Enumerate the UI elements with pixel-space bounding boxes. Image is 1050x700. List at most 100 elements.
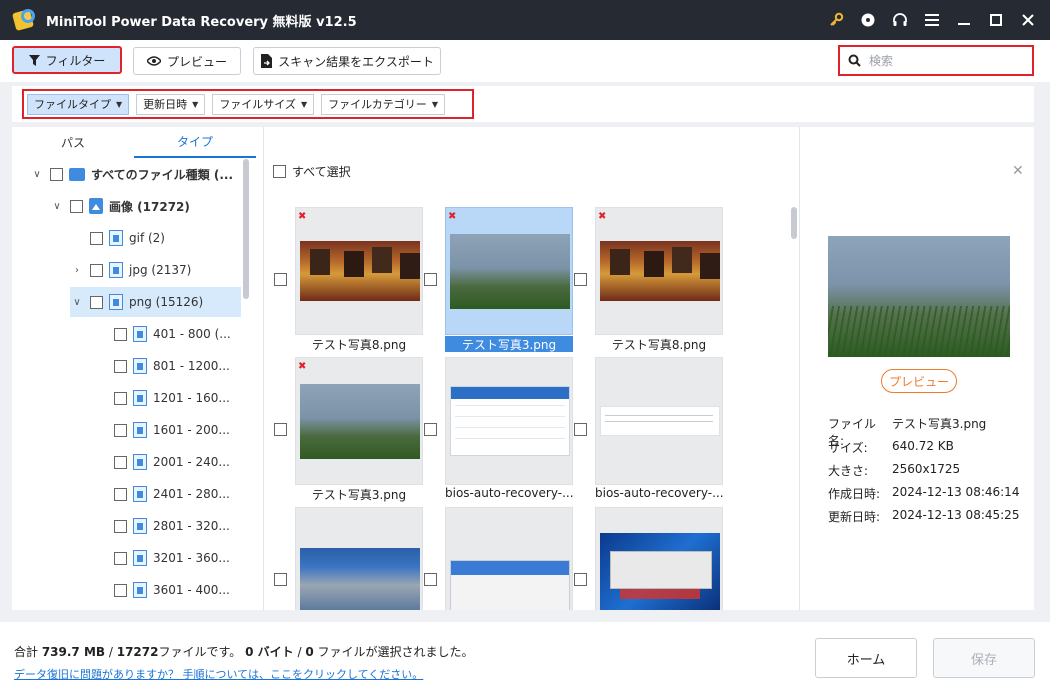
file-checkbox[interactable] bbox=[274, 273, 287, 286]
maximize-icon[interactable] bbox=[980, 0, 1012, 40]
save-button[interactable]: 保存 bbox=[933, 638, 1035, 678]
headphones-icon[interactable] bbox=[884, 0, 916, 40]
file-thumbnail[interactable]: ✖ bbox=[295, 207, 423, 335]
file-tile[interactable]: ✖ テスト写真8.png bbox=[274, 207, 424, 357]
file-category-dropdown[interactable]: ファイルカテゴリー ▼ bbox=[321, 93, 445, 115]
file-thumbnail[interactable] bbox=[295, 507, 423, 610]
select-all[interactable]: すべて選択 bbox=[273, 163, 351, 180]
file-thumbnail[interactable] bbox=[445, 507, 573, 610]
file-tile[interactable]: ✖ テスト写真8.png bbox=[574, 207, 724, 357]
preview-button[interactable]: プレビュー bbox=[133, 47, 241, 75]
checkbox[interactable] bbox=[114, 519, 127, 533]
checkbox[interactable] bbox=[114, 327, 127, 341]
export-scan-results-button[interactable]: スキャン結果をエクスポート bbox=[253, 47, 441, 75]
tree-item-all-types[interactable]: ∨ すべてのファイル種類 (... bbox=[30, 159, 252, 189]
file-thumbnail[interactable] bbox=[595, 507, 723, 610]
menu-icon[interactable] bbox=[916, 0, 948, 40]
checkbox[interactable] bbox=[90, 231, 103, 245]
checkbox[interactable] bbox=[114, 359, 127, 373]
filter-dropdown-group: ファイルタイプ ▼ 更新日時 ▼ ファイルサイズ ▼ ファイルカテゴリー ▼ bbox=[22, 89, 474, 119]
file-tile[interactable] bbox=[574, 507, 724, 610]
file-thumbnail[interactable]: ✖ bbox=[595, 207, 723, 335]
close-icon[interactable] bbox=[1012, 0, 1044, 40]
tree-item-range[interactable]: 1201 - 160... bbox=[108, 383, 248, 413]
file-thumbnail[interactable]: ✖ bbox=[295, 357, 423, 485]
tree-item-images[interactable]: ∨ 画像 (17272) bbox=[50, 191, 250, 221]
tree-item-range[interactable]: 3201 - 360... bbox=[108, 543, 248, 573]
chevron-down-icon[interactable]: ∨ bbox=[70, 297, 84, 308]
file-checkbox[interactable] bbox=[274, 423, 287, 436]
tree-item-label: 2401 - 280... bbox=[153, 487, 230, 501]
file-checkbox[interactable] bbox=[424, 423, 437, 436]
tree-item-range[interactable]: 1601 - 200... bbox=[108, 415, 248, 445]
tab-path[interactable]: パス bbox=[12, 127, 134, 158]
checkbox[interactable] bbox=[114, 391, 127, 405]
tree-item-range[interactable]: 3601 - 400... bbox=[108, 575, 248, 605]
checkbox[interactable] bbox=[114, 583, 127, 597]
info-row-size: サイズ: 640.72 KB bbox=[828, 439, 1028, 456]
file-checkbox[interactable] bbox=[424, 573, 437, 586]
tree-scrollbar[interactable] bbox=[243, 159, 249, 299]
tree-item-range[interactable]: 2801 - 320... bbox=[108, 511, 248, 541]
file-size-dropdown[interactable]: ファイルサイズ ▼ bbox=[212, 93, 315, 115]
tree-item-range[interactable]: 801 - 1200... bbox=[108, 351, 248, 381]
export-button-label: スキャン結果をエクスポート bbox=[278, 54, 434, 69]
checkbox[interactable] bbox=[50, 167, 63, 181]
file-tile[interactable] bbox=[274, 507, 424, 610]
search-box[interactable] bbox=[838, 45, 1034, 76]
close-preview-icon[interactable]: ✕ bbox=[1012, 163, 1024, 179]
file-checkbox[interactable] bbox=[274, 573, 287, 586]
filter-button[interactable]: フィルター bbox=[12, 46, 122, 74]
info-value: 2024-12-13 08:45:25 bbox=[892, 508, 1020, 522]
file-tile[interactable]: ✖ テスト写真3.png bbox=[274, 357, 424, 507]
disc-icon[interactable] bbox=[852, 0, 884, 40]
home-button[interactable]: ホーム bbox=[815, 638, 917, 678]
preview-panel-button[interactable]: プレビュー bbox=[881, 369, 957, 393]
checkbox[interactable] bbox=[114, 487, 127, 501]
minimize-icon[interactable] bbox=[948, 0, 980, 40]
file-tile[interactable]: bios-auto-recovery-... bbox=[424, 357, 574, 507]
file-checkbox[interactable] bbox=[574, 273, 587, 286]
info-row-dimensions: 大きさ: 2560x1725 bbox=[828, 462, 1028, 479]
tree-item-range[interactable]: 401 - 800 (... bbox=[108, 319, 248, 349]
tree-item-range[interactable]: 2001 - 240... bbox=[108, 447, 248, 477]
file-checkbox[interactable] bbox=[424, 273, 437, 286]
tree-item-range[interactable]: 2401 - 280... bbox=[108, 479, 248, 509]
file-thumbnail[interactable]: ✖ bbox=[445, 207, 573, 335]
chevron-down-icon[interactable]: ∨ bbox=[50, 201, 64, 212]
file-thumbnail[interactable] bbox=[445, 357, 573, 485]
chevron-right-icon[interactable]: › bbox=[70, 265, 84, 276]
file-category-label: ファイルカテゴリー bbox=[328, 98, 427, 111]
tree-item-jpg[interactable]: › jpg (2137) bbox=[70, 255, 250, 285]
file-size-label: ファイルサイズ bbox=[219, 98, 296, 111]
grid-scrollbar[interactable] bbox=[791, 207, 797, 239]
deleted-mark-icon: ✖ bbox=[298, 211, 307, 222]
checkbox[interactable] bbox=[114, 551, 127, 565]
select-all-checkbox[interactable] bbox=[273, 165, 286, 178]
search-input[interactable] bbox=[869, 53, 1019, 68]
tree-item-gif[interactable]: gif (2) bbox=[70, 223, 250, 253]
tree-item-label: gif (2) bbox=[129, 231, 165, 245]
checkbox[interactable] bbox=[90, 263, 103, 277]
file-tile[interactable]: ✖ テスト写真3.png bbox=[424, 207, 574, 357]
key-icon[interactable] bbox=[820, 0, 852, 40]
chevron-down-icon[interactable]: ∨ bbox=[30, 169, 44, 180]
info-value: 2560x1725 bbox=[892, 462, 961, 476]
help-link[interactable]: データ復旧に問題がありますか？ 手順については、ここをクリックしてください。 bbox=[14, 666, 423, 682]
file-checkbox[interactable] bbox=[574, 573, 587, 586]
file-name: テスト写真3.png bbox=[311, 488, 407, 502]
tab-type[interactable]: タイプ bbox=[134, 127, 256, 158]
filter-icon bbox=[28, 54, 40, 66]
file-tile[interactable] bbox=[424, 507, 574, 610]
file-tile[interactable]: bios-auto-recovery-... bbox=[574, 357, 724, 507]
file-thumbnail[interactable] bbox=[595, 357, 723, 485]
checkbox[interactable] bbox=[114, 423, 127, 437]
file-type-dropdown[interactable]: ファイルタイプ ▼ bbox=[27, 93, 130, 115]
file-checkbox[interactable] bbox=[574, 423, 587, 436]
modified-date-dropdown[interactable]: 更新日時 ▼ bbox=[136, 93, 206, 115]
checkbox[interactable] bbox=[90, 295, 103, 309]
checkbox[interactable] bbox=[70, 199, 83, 213]
info-label: 作成日時: bbox=[828, 487, 881, 501]
tree-item-png[interactable]: ∨ png (15126) bbox=[70, 287, 241, 317]
checkbox[interactable] bbox=[114, 455, 127, 469]
